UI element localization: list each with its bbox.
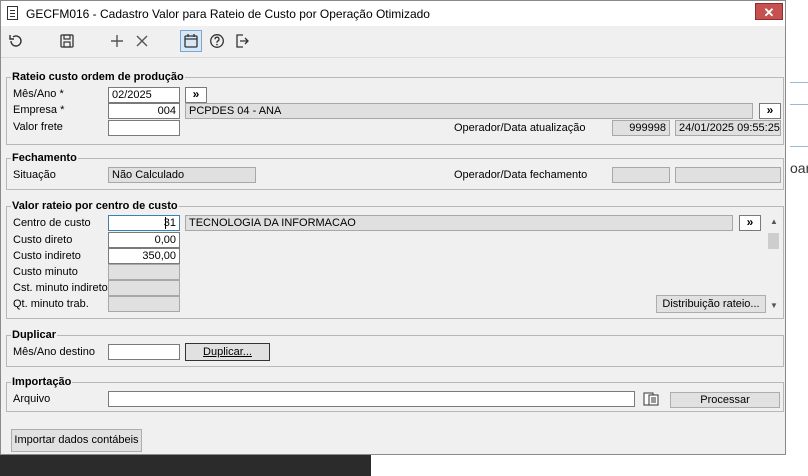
exit-icon[interactable] bbox=[231, 30, 253, 52]
mes-ano-lookup-button[interactable]: » bbox=[185, 87, 207, 103]
scroll-thumb[interactable] bbox=[768, 233, 779, 249]
centro-custo-lookup-button[interactable]: » bbox=[739, 215, 761, 231]
scroll-up-icon[interactable]: ▲ bbox=[767, 216, 781, 228]
data-fechamento-field bbox=[675, 167, 781, 183]
custo-indireto-label: Custo indireto bbox=[13, 250, 81, 262]
operador-atualizacao-label: Operador/Data atualização bbox=[454, 122, 586, 134]
vertical-scrollbar[interactable]: ▲ ▼ bbox=[767, 214, 781, 314]
toolbar bbox=[1, 26, 785, 58]
fechamento-title: Fechamento bbox=[11, 152, 78, 164]
close-button[interactable]: ✕ bbox=[755, 3, 783, 20]
background-text: oara bbox=[790, 160, 808, 176]
valor-frete-input[interactable] bbox=[108, 120, 180, 136]
arquivo-input[interactable] bbox=[108, 391, 635, 407]
importar-dados-contabeis-button[interactable]: Importar dados contábeis bbox=[11, 429, 142, 452]
duplicar-title: Duplicar bbox=[11, 329, 58, 341]
rateio-op-title: Rateio custo ordem de produção bbox=[11, 71, 185, 83]
custo-minuto-field bbox=[108, 264, 180, 280]
qt-minuto-trab-field bbox=[108, 296, 180, 312]
window-title: GECFM016 - Cadastro Valor para Rateio de… bbox=[26, 7, 430, 21]
cst-minuto-indireto-label: Cst. minuto indireto bbox=[13, 282, 108, 294]
processar-button[interactable]: Processar bbox=[670, 392, 780, 408]
document-icon bbox=[7, 6, 18, 20]
help-icon[interactable] bbox=[206, 30, 228, 52]
mes-ano-input[interactable]: 02/2025 bbox=[108, 87, 180, 103]
distribuicao-rateio-button[interactable]: Distribuição rateio... bbox=[656, 295, 766, 313]
empresa-lookup-button[interactable]: » bbox=[759, 103, 781, 119]
calendar-icon[interactable] bbox=[180, 30, 202, 52]
duplicar-button[interactable]: Duplicar... bbox=[185, 343, 270, 361]
refresh-icon[interactable] bbox=[5, 30, 27, 52]
arquivo-label: Arquivo bbox=[13, 393, 51, 405]
centro-custo-name-field: TECNOLOGIA DA INFORMACAO bbox=[185, 215, 733, 231]
data-atualizacao-field: 24/01/2025 09:55:25 bbox=[675, 120, 781, 136]
custo-direto-input[interactable]: 0,00 bbox=[108, 232, 180, 248]
empresa-name-field: PCPDES 04 - ANA bbox=[185, 103, 753, 119]
background-line bbox=[790, 82, 808, 83]
main-window: GECFM016 - Cadastro Valor para Rateio de… bbox=[0, 0, 786, 455]
delete-icon[interactable] bbox=[131, 30, 153, 52]
operador-fechamento-field bbox=[612, 167, 670, 183]
background-line bbox=[790, 104, 808, 105]
custo-direto-label: Custo direto bbox=[13, 234, 73, 246]
file-browse-icon[interactable] bbox=[642, 391, 660, 407]
situacao-field: Não Calculado bbox=[108, 167, 256, 183]
background-line bbox=[790, 146, 808, 147]
mes-ano-destino-input[interactable] bbox=[108, 344, 180, 360]
operador-atualizacao-field: 999998 bbox=[612, 120, 670, 136]
custo-minuto-label: Custo minuto bbox=[13, 266, 78, 278]
empresa-label: Empresa * bbox=[13, 104, 65, 116]
operador-fechamento-label: Operador/Data fechamento bbox=[454, 169, 588, 181]
valor-rateio-title: Valor rateio por centro de custo bbox=[11, 200, 179, 212]
importacao-title: Importação bbox=[11, 376, 73, 388]
valor-frete-label: Valor frete bbox=[13, 121, 63, 133]
qt-minuto-trab-label: Qt. minuto trab. bbox=[13, 298, 89, 310]
situacao-label: Situação bbox=[13, 169, 56, 181]
centro-custo-code-input[interactable]: 31 bbox=[108, 215, 180, 231]
empresa-code-input[interactable]: 004 bbox=[108, 103, 180, 119]
mes-ano-destino-label: Mês/Ano destino bbox=[13, 346, 95, 358]
cst-minuto-indireto-field bbox=[108, 280, 180, 296]
taskbar-strip bbox=[0, 455, 371, 476]
add-icon[interactable] bbox=[106, 30, 128, 52]
centro-custo-label: Centro de custo bbox=[13, 217, 91, 229]
mes-ano-label: Mês/Ano * bbox=[13, 88, 64, 100]
text-caret bbox=[165, 217, 166, 229]
custo-indireto-input[interactable]: 350,00 bbox=[108, 248, 180, 264]
title-bar: GECFM016 - Cadastro Valor para Rateio de… bbox=[1, 1, 785, 26]
save-icon[interactable] bbox=[56, 30, 78, 52]
scroll-down-icon[interactable]: ▼ bbox=[767, 300, 781, 312]
duplicar-button-label: Duplicar... bbox=[203, 346, 252, 358]
